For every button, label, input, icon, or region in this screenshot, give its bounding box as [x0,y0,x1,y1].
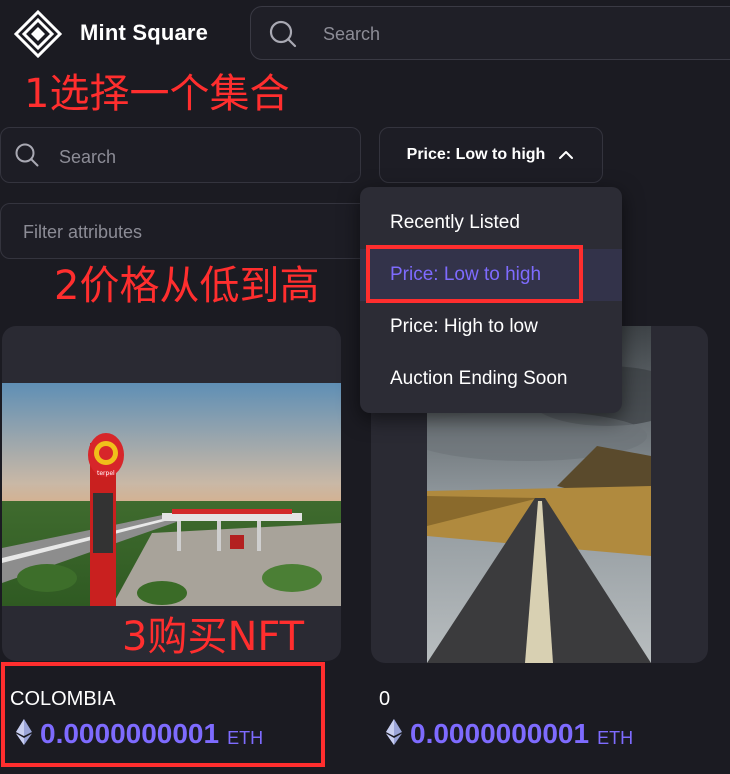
global-search-input[interactable]: Search [250,6,730,60]
annotation-highlight-nft-price [1,662,325,767]
search-icon [269,20,297,48]
annotation-step3: 3购买NFT [122,614,305,660]
annotation-step2: 2价格从低到高 [54,263,320,309]
price-amount: 0.0000000001 [410,718,590,749]
sort-dropdown-button[interactable]: Price: Low to high [379,127,603,183]
filter-attributes-placeholder: Filter attributes [23,222,143,242]
mint-square-logo-icon[interactable] [14,10,62,58]
chevron-up-icon [559,151,574,159]
search-icon [15,143,39,167]
annotation-highlight-sort-option [366,245,583,303]
sort-option-price-high-to-low[interactable]: Price: High to low [360,301,622,353]
svg-text:terpel: terpel [97,470,115,477]
global-search-placeholder: Search [323,24,381,44]
nft-price: 0.0000000001 ETH [386,719,633,748]
collection-search-input[interactable]: Search [0,127,361,183]
nft-card[interactable]: terpel [2,326,341,661]
gas-station-photo: terpel [2,383,341,606]
sort-dropdown-label: Price: Low to high [406,146,546,163]
annotation-step1: 1选择一个集合 [24,71,290,117]
collection-search-placeholder: Search [59,147,117,167]
sort-option-auction-ending-soon[interactable]: Auction Ending Soon [360,353,622,405]
price-unit: ETH [597,728,634,748]
brand-name[interactable]: Mint Square [80,20,208,46]
filter-attributes-input[interactable]: Filter attributes [0,203,380,259]
sort-option-recently-listed[interactable]: Recently Listed [360,197,622,249]
ethereum-icon [386,719,402,745]
nft-title[interactable]: 0 [379,688,390,711]
